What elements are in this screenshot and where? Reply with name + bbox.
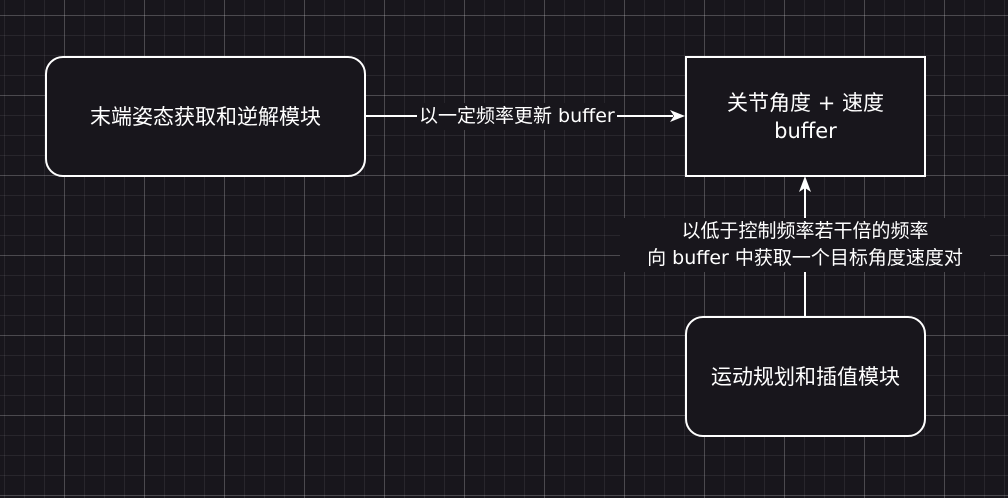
planning-module-node[interactable]: 运动规划和插值模块 <box>685 316 926 437</box>
buffer-label-line2: buffer <box>774 118 837 143</box>
planning-module-label: 运动规划和插值模块 <box>711 364 900 389</box>
update-edge-label: 以一定频率更新 buffer <box>417 103 617 130</box>
fetch-label-line1: 以低于控制频率若干倍的频率 <box>681 220 929 242</box>
pose-module-node[interactable]: 末端姿态获取和逆解模块 <box>45 56 366 177</box>
fetch-edge-label: 以低于控制频率若干倍的频率 向 buffer 中获取一个目标角度速度对 <box>620 218 990 272</box>
pose-module-label: 末端姿态获取和逆解模块 <box>90 104 321 129</box>
buffer-node[interactable]: 关节角度 + 速度 buffer <box>685 56 926 177</box>
fetch-label-line2: 向 buffer 中获取一个目标角度速度对 <box>647 247 963 269</box>
buffer-label-line1: 关节角度 + 速度 <box>727 90 884 115</box>
